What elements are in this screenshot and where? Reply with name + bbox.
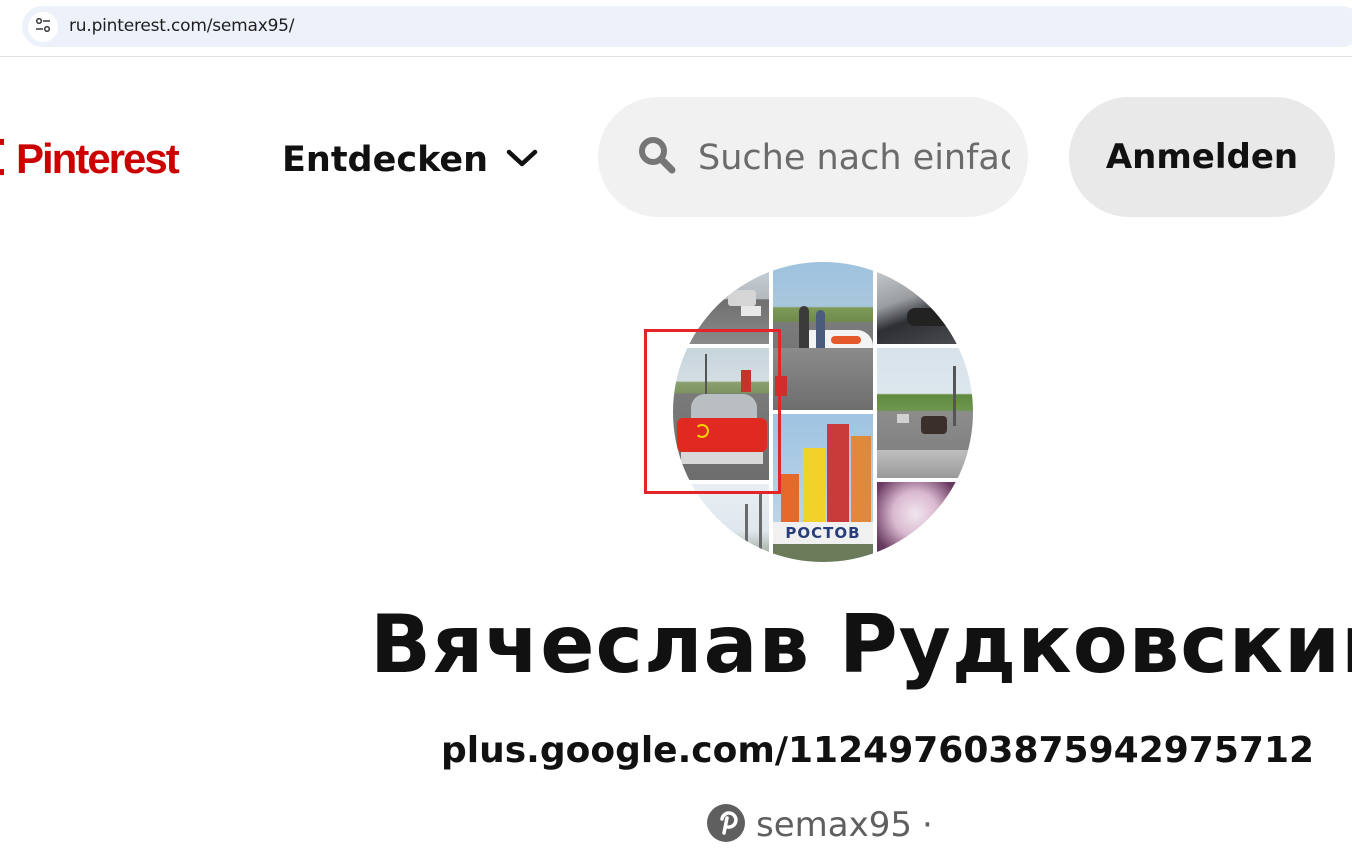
avatar-photo-rostov-sign: РОСТОВ	[773, 414, 873, 562]
site-info-button[interactable]	[28, 12, 58, 42]
logo-text: Pinterest	[16, 135, 180, 182]
avatar-photo-flowers	[877, 482, 973, 562]
highlight-box	[644, 329, 781, 494]
url-text[interactable]: ru.pinterest.com/semax95/	[69, 16, 295, 36]
search-bar[interactable]	[598, 97, 1028, 217]
pinterest-logo-icon	[0, 137, 8, 181]
search-input[interactable]	[698, 135, 1010, 181]
avatar-sign-text: РОСТОВ	[785, 524, 861, 542]
browser-address-bar: ru.pinterest.com/semax95/	[0, 0, 1352, 57]
search-icon	[637, 135, 677, 179]
pinterest-logo[interactable]: Pinterest	[0, 135, 180, 182]
username-row: semax95 ·	[706, 800, 933, 850]
avatar-photo-small	[877, 450, 973, 478]
tune-icon	[34, 16, 52, 38]
chevron-down-icon	[506, 148, 538, 172]
avatar-photo-car-interior	[877, 262, 973, 344]
username[interactable]: semax95	[756, 805, 912, 845]
pinterest-logo-icon	[706, 803, 746, 847]
omnibox[interactable]: ru.pinterest.com/semax95/	[22, 6, 1352, 47]
username-separator: ·	[921, 805, 933, 845]
profile-name: Вячеслав Рудковский	[370, 598, 1352, 691]
explore-label: Entdecken	[282, 140, 489, 180]
avatar-photo-poles	[673, 484, 769, 562]
explore-dropdown[interactable]: Entdecken	[282, 136, 538, 184]
login-button[interactable]: Anmelden	[1069, 97, 1335, 217]
avatar-photo-road-middle	[773, 348, 873, 410]
profile-website-link[interactable]: plus.google.com/112497603875942975712	[441, 730, 1314, 771]
